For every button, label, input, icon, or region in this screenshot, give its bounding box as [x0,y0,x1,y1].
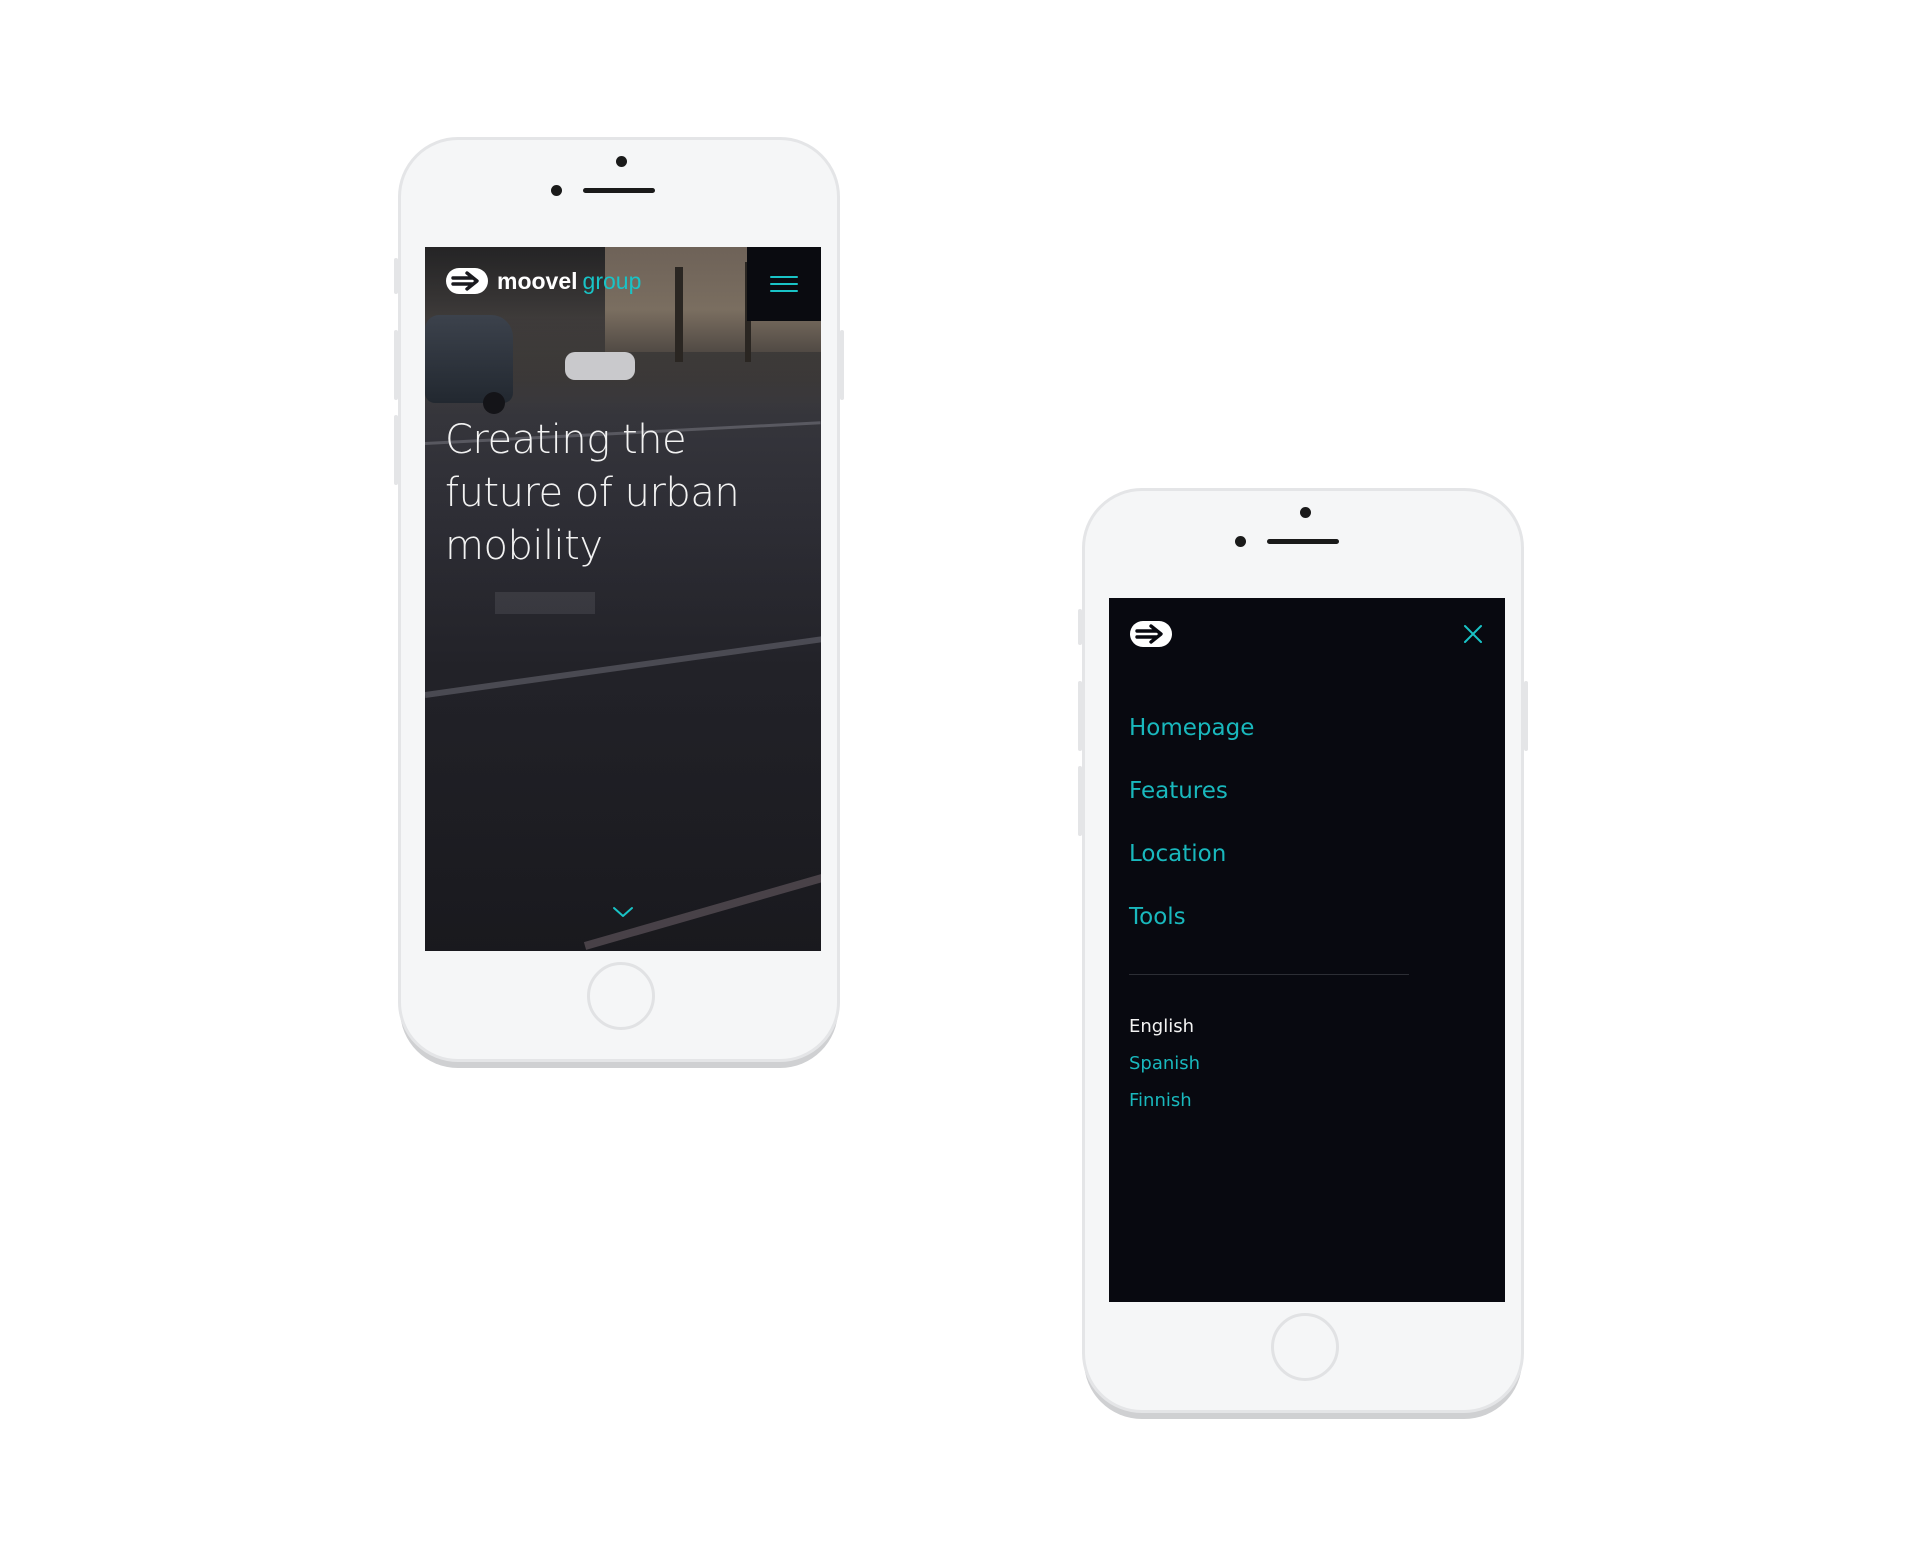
phone-mockup-menu: Homepage Features Location Tools English… [1078,488,1528,1413]
nav-item-tools[interactable]: Tools [1129,902,1254,965]
close-menu-button[interactable] [1459,620,1487,648]
close-icon [1464,625,1482,643]
language-option-spanish[interactable]: Spanish [1129,1052,1200,1089]
home-button [1271,1313,1339,1381]
proximity-sensor [551,185,562,196]
crosswalk-stripe [495,592,595,614]
volume-down-button [394,415,398,485]
mute-switch [394,258,398,294]
background-car-white [565,352,635,380]
background-car [425,315,513,403]
brand-logo[interactable]: moovel group [445,267,641,295]
car-wheel [483,392,505,414]
earpiece-speaker [583,188,655,193]
scroll-down-button[interactable] [612,904,634,923]
hamburger-icon [770,276,798,292]
moovel-logo-icon [1130,621,1172,647]
background-tree [675,267,683,362]
moovel-logo-icon [446,268,488,294]
power-button [840,330,844,400]
main-navigation: Homepage Features Location Tools [1129,713,1254,965]
brand-name-light: group [582,267,642,294]
menu-screen: Homepage Features Location Tools English… [1109,598,1505,1302]
volume-up-button [394,330,398,400]
language-selector: English Spanish Finnish [1129,1015,1200,1126]
nav-item-features[interactable]: Features [1129,776,1254,839]
hero-headline: Creating the future of urban mobility [445,417,740,569]
tram-rail [425,633,821,698]
brand-wordmark: moovel group [497,268,641,295]
power-button [1524,681,1528,751]
phone-mockup-hero: moovel group Creating the future of urban… [394,137,844,1062]
volume-up-button [1078,681,1082,751]
nav-item-homepage[interactable]: Homepage [1129,713,1254,776]
earpiece-speaker [1267,539,1339,544]
menu-divider [1129,974,1409,975]
menu-button[interactable] [747,247,821,321]
mute-switch [1078,609,1082,645]
proximity-sensor [1235,536,1246,547]
front-camera [1300,507,1311,518]
hero-screen: moovel group Creating the future of urban… [425,247,821,951]
brand-name-bold: moovel [497,267,578,294]
front-camera [616,156,627,167]
language-option-finnish[interactable]: Finnish [1129,1089,1200,1126]
menu-logo[interactable] [1129,620,1173,652]
home-button [587,962,655,1030]
nav-item-location[interactable]: Location [1129,839,1254,902]
language-option-english[interactable]: English [1129,1015,1200,1052]
volume-down-button [1078,766,1082,836]
chevron-down-icon [613,907,633,917]
